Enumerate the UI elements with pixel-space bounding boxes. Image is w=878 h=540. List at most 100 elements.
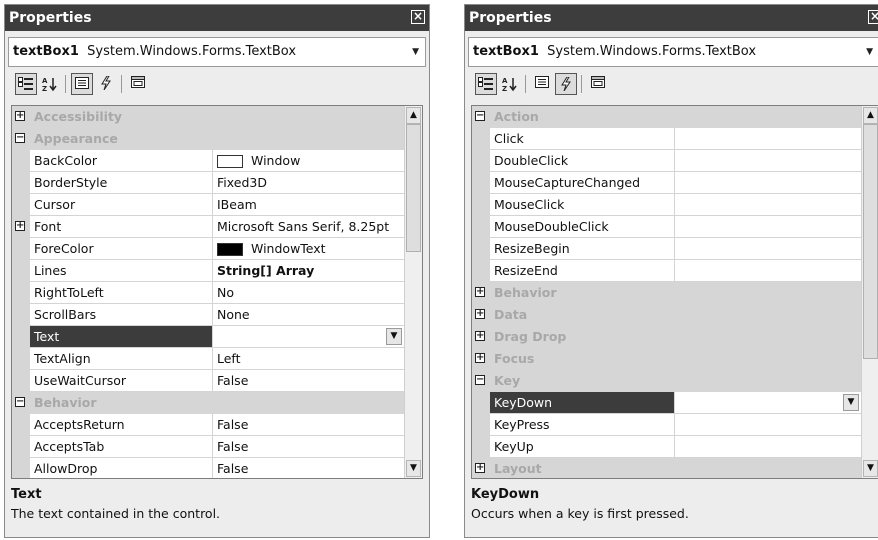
- category-row[interactable]: − Action: [472, 106, 861, 128]
- expand-icon[interactable]: +: [475, 331, 485, 341]
- scroll-down-icon[interactable]: ▼: [863, 460, 878, 477]
- property-row[interactable]: ForeColor WindowText: [12, 238, 404, 260]
- expand-icon[interactable]: +: [475, 353, 485, 363]
- property-value[interactable]: Left: [212, 348, 404, 369]
- expand-icon[interactable]: +: [475, 309, 485, 319]
- help-pane: Text The text contained in the control.: [11, 483, 423, 535]
- collapse-icon[interactable]: −: [15, 397, 25, 407]
- properties-icon[interactable]: [531, 73, 553, 95]
- collapse-icon[interactable]: −: [475, 111, 485, 121]
- property-row[interactable]: ResizeEnd: [472, 260, 861, 282]
- collapse-icon[interactable]: −: [15, 133, 25, 143]
- close-icon[interactable]: ×: [411, 10, 425, 24]
- property-value[interactable]: [674, 150, 861, 171]
- property-row[interactable]: AcceptsTab False: [12, 436, 404, 458]
- property-pages-icon[interactable]: [587, 73, 609, 95]
- scroll-thumb[interactable]: [863, 124, 878, 360]
- toolbar-separator: [121, 75, 122, 93]
- scroll-up-icon[interactable]: ▲: [863, 107, 878, 124]
- categorized-icon[interactable]: [475, 73, 497, 95]
- property-row[interactable]: RightToLeft No: [12, 282, 404, 304]
- property-value[interactable]: False: [212, 414, 404, 435]
- alphabetical-icon[interactable]: AZ: [499, 73, 521, 95]
- property-value[interactable]: IBeam: [212, 194, 404, 215]
- property-row[interactable]: Lines String[] Array: [12, 260, 404, 282]
- property-row[interactable]: UseWaitCursor False: [12, 370, 404, 392]
- object-selector[interactable]: textBox1 System.Windows.Forms.TextBox ▼: [468, 37, 878, 67]
- property-value[interactable]: False: [212, 370, 404, 391]
- property-value[interactable]: [674, 260, 861, 281]
- object-selector[interactable]: textBox1 System.Windows.Forms.TextBox ▼: [8, 37, 426, 67]
- category-row[interactable]: − Behavior: [12, 392, 404, 414]
- property-row[interactable]: KeyDown ▼: [472, 392, 861, 414]
- vertical-scrollbar[interactable]: ▲ ▼: [861, 106, 878, 478]
- category-row[interactable]: − Appearance: [12, 128, 404, 150]
- events-lightning-icon[interactable]: [555, 73, 577, 95]
- property-value[interactable]: [674, 194, 861, 215]
- property-pages-icon[interactable]: [127, 73, 149, 95]
- scroll-thumb[interactable]: [406, 124, 421, 252]
- property-row[interactable]: TextAlign Left: [12, 348, 404, 370]
- property-row[interactable]: MouseDoubleClick: [472, 216, 861, 238]
- categorized-icon[interactable]: [15, 73, 37, 95]
- property-row[interactable]: BorderStyle Fixed3D: [12, 172, 404, 194]
- scroll-down-icon[interactable]: ▼: [406, 460, 421, 477]
- property-grid[interactable]: − Action Click DoubleClick MouseCaptureChang…: [471, 105, 878, 479]
- chevron-down-icon[interactable]: ▼: [843, 394, 859, 411]
- property-value[interactable]: [674, 172, 861, 193]
- property-value[interactable]: Microsoft Sans Serif, 8.25pt: [212, 216, 404, 237]
- property-value[interactable]: No: [212, 282, 404, 303]
- property-value[interactable]: [674, 128, 861, 149]
- property-value[interactable]: [674, 414, 861, 435]
- property-value[interactable]: ▼: [674, 392, 861, 413]
- property-value[interactable]: [674, 238, 861, 259]
- category-row[interactable]: + Focus: [472, 348, 861, 370]
- category-row[interactable]: + Drag Drop: [472, 326, 861, 348]
- property-row[interactable]: Text ▼: [12, 326, 404, 348]
- chevron-down-icon[interactable]: ▼: [386, 328, 402, 345]
- category-row[interactable]: + Behavior: [472, 282, 861, 304]
- property-value[interactable]: String[] Array: [212, 260, 404, 281]
- object-type: System.Windows.Forms.TextBox: [87, 44, 297, 59]
- chevron-down-icon[interactable]: ▼: [412, 38, 419, 66]
- property-row[interactable]: AllowDrop False: [12, 458, 404, 478]
- category-row[interactable]: + Accessibility: [12, 106, 404, 128]
- category-row[interactable]: + Data: [472, 304, 861, 326]
- property-value[interactable]: False: [212, 436, 404, 457]
- property-row[interactable]: KeyUp: [472, 436, 861, 458]
- category-row[interactable]: − Key: [472, 370, 861, 392]
- property-row[interactable]: Click: [472, 128, 861, 150]
- close-icon[interactable]: ×: [868, 10, 878, 24]
- expand-icon[interactable]: +: [15, 221, 25, 231]
- property-row[interactable]: KeyPress: [472, 414, 861, 436]
- property-row[interactable]: DoubleClick: [472, 150, 861, 172]
- property-value[interactable]: Window: [212, 150, 404, 171]
- property-value[interactable]: None: [212, 304, 404, 325]
- events-lightning-icon[interactable]: [95, 73, 117, 95]
- scroll-up-icon[interactable]: ▲: [406, 107, 421, 124]
- property-value[interactable]: [674, 216, 861, 237]
- vertical-scrollbar[interactable]: ▲ ▼: [404, 106, 422, 478]
- property-value[interactable]: WindowText: [212, 238, 404, 259]
- expand-icon[interactable]: +: [475, 463, 485, 473]
- property-value[interactable]: [674, 436, 861, 457]
- properties-icon[interactable]: [71, 73, 93, 95]
- property-value[interactable]: False: [212, 458, 404, 478]
- property-row[interactable]: Cursor IBeam: [12, 194, 404, 216]
- property-grid[interactable]: + Accessibility − Appearance BackColor Window…: [11, 105, 423, 479]
- collapse-icon[interactable]: −: [475, 375, 485, 385]
- property-row[interactable]: AcceptsReturn False: [12, 414, 404, 436]
- property-value[interactable]: Fixed3D: [212, 172, 404, 193]
- category-row[interactable]: + Layout: [472, 458, 861, 478]
- chevron-down-icon[interactable]: ▼: [866, 38, 873, 66]
- property-row[interactable]: BackColor Window: [12, 150, 404, 172]
- property-value[interactable]: ▼: [212, 326, 404, 347]
- expand-icon[interactable]: +: [15, 111, 25, 121]
- property-row[interactable]: MouseCaptureChanged: [472, 172, 861, 194]
- expand-icon[interactable]: +: [475, 287, 485, 297]
- alphabetical-icon[interactable]: AZ: [39, 73, 61, 95]
- property-row[interactable]: MouseClick: [472, 194, 861, 216]
- property-row[interactable]: ResizeBegin: [472, 238, 861, 260]
- property-row[interactable]: + Font Microsoft Sans Serif, 8.25pt: [12, 216, 404, 238]
- property-row[interactable]: ScrollBars None: [12, 304, 404, 326]
